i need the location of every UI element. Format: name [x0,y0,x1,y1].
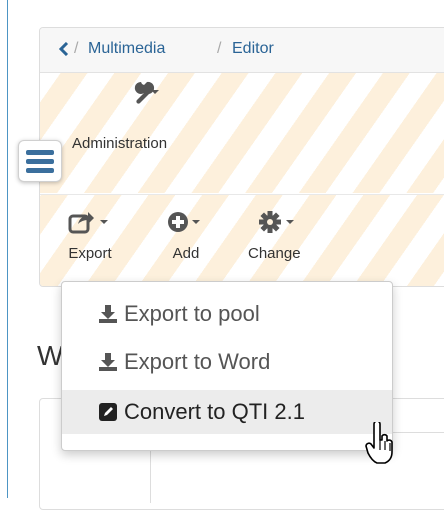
breadcrumb-item-multimedia[interactable]: Multimedia [88,40,165,58]
hand-cursor-icon [365,420,395,471]
edit-icon [98,402,118,422]
menu-item-convert-to-qti[interactable]: Convert to QTI 2.1 [62,390,392,434]
gear-icon [259,211,295,233]
change-label: Change [248,245,301,262]
menu-item-export-to-word[interactable]: Export to Word [62,340,392,384]
menu-item-export-to-pool[interactable]: Export to pool [62,292,392,336]
breadcrumb: / Multimedia / Editor [40,28,444,73]
add-button[interactable]: Add [166,210,206,262]
wrench-icon[interactable] [123,78,163,113]
download-icon [98,304,118,324]
chevron-left-icon[interactable] [58,41,70,61]
breadcrumb-separator: / [217,40,222,57]
share-icon [68,212,108,234]
plus-circle-icon [168,212,200,232]
export-label: Export [68,245,112,262]
administration-button-label[interactable]: Administration [72,135,167,152]
toolbar-top-background [40,73,444,193]
menu-item-label: Export to Word [124,349,271,374]
change-button[interactable]: Change [248,210,301,262]
add-label: Add [172,245,200,262]
breadcrumb-separator: / [74,40,79,57]
export-button[interactable]: Export [66,210,114,262]
download-icon [98,352,118,372]
page-left-border [7,0,8,498]
menu-item-label: Export to pool [124,301,260,326]
hamburger-icon[interactable] [18,140,62,182]
export-dropdown-menu: Export to pool Export to Word Convert to… [61,281,393,451]
breadcrumb-item-editor[interactable]: Editor [232,40,274,58]
menu-item-label: Convert to QTI 2.1 [124,399,305,424]
editor-panel: / Multimedia / Editor Administration Exp… [39,27,444,287]
page-heading: W [37,340,64,371]
